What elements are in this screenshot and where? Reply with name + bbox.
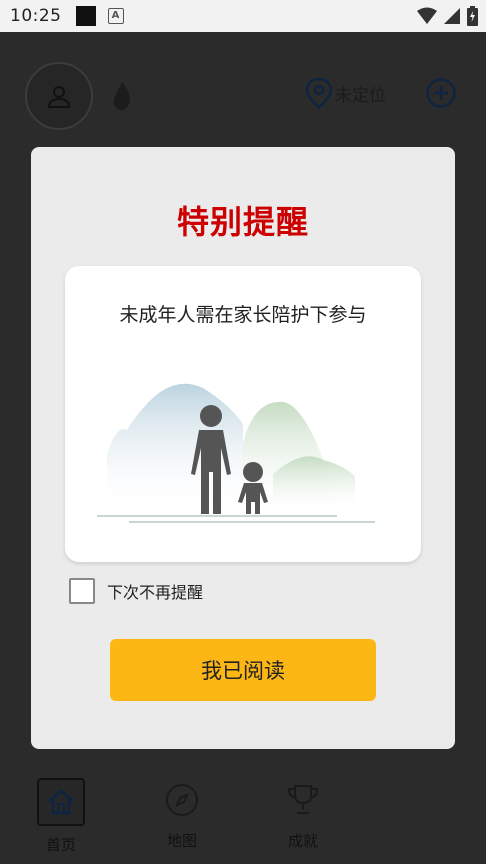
status-time: 10:25 (10, 6, 62, 26)
compass-icon (166, 784, 198, 816)
dont-remind-checkbox[interactable] (69, 578, 95, 604)
location-pin-icon (305, 77, 333, 109)
battery-icon (467, 6, 478, 26)
trophy-icon (287, 785, 319, 814)
status-icons (417, 6, 478, 26)
drop-icon (113, 82, 131, 111)
tab-map[interactable]: 地图 (142, 778, 222, 851)
notification-a-icon: A (107, 8, 124, 24)
tab-map-label: 地图 (166, 832, 197, 850)
parent-child-illustration (97, 383, 375, 523)
status-bar: 10:25 A (0, 0, 486, 32)
notification-icon (75, 6, 96, 26)
bottom-tab-bar: 首页 地图 成就 (0, 768, 486, 864)
dont-remind-option[interactable]: 下次不再提醒 (69, 578, 203, 604)
dont-remind-label: 下次不再提醒 (107, 583, 204, 602)
home-icon (48, 789, 74, 815)
confirm-read-button[interactable]: 我已阅读 (110, 639, 376, 701)
signal-icon (444, 8, 460, 24)
reminder-message: 未成年人需在家长陪护下参与 (119, 304, 367, 326)
reminder-card: 未成年人需在家长陪护下参与 (65, 266, 421, 562)
avatar[interactable] (25, 62, 93, 130)
tab-home[interactable]: 首页 (21, 778, 101, 855)
tab-home-label: 首页 (45, 836, 76, 854)
add-icon[interactable] (426, 78, 456, 108)
location-selector[interactable]: 未定位 (305, 77, 386, 109)
wifi-icon (417, 7, 437, 24)
tab-achievements-label: 成就 (287, 832, 318, 850)
dialog-title: 特别提醒 (176, 203, 309, 241)
location-label: 未定位 (335, 85, 386, 106)
special-reminder-dialog: 特别提醒 未成年人需在家长陪护下参与 下次不再提醒 我已阅读 (31, 147, 455, 749)
user-icon (47, 86, 71, 108)
tab-achievements[interactable]: 成就 (263, 778, 343, 851)
